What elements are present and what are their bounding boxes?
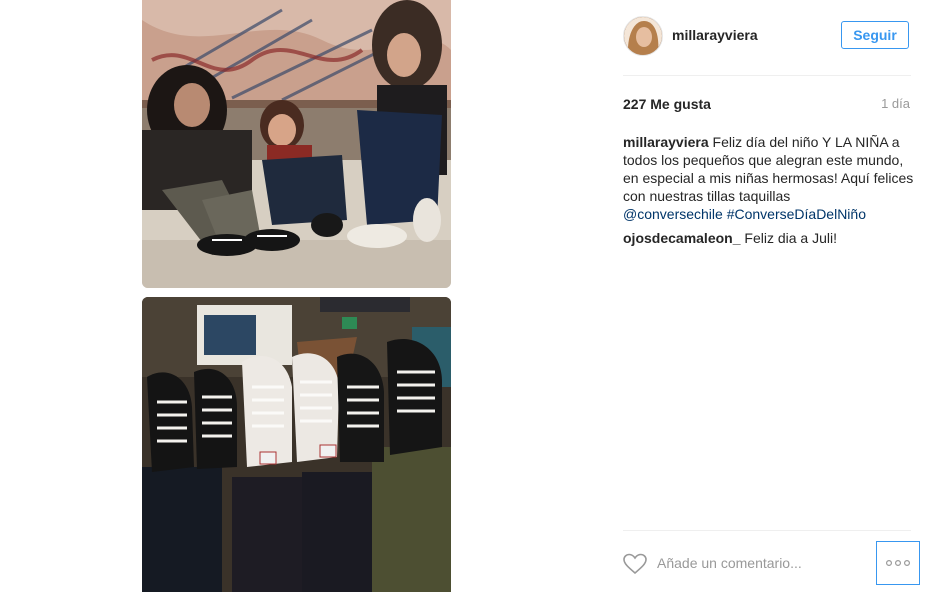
list-item: ojosdecamaleon_ Feliz dia a Juli! [623, 229, 915, 247]
ellipsis-icon [885, 559, 911, 567]
footer-divider [623, 530, 911, 531]
post-photo-couch [142, 0, 451, 288]
post-timestamp[interactable]: 1 día [881, 96, 910, 111]
likes-count[interactable]: 227 Me gusta [623, 96, 711, 112]
comment-author[interactable]: millarayviera [623, 134, 709, 150]
caption-comment: millarayviera Feliz día del niño Y LA NI… [623, 133, 915, 223]
profile-avatar[interactable] [623, 16, 663, 56]
hashtag-link[interactable]: #ConverseDíaDelNiño [727, 206, 866, 222]
post-username[interactable]: millarayviera [672, 27, 758, 43]
follow-button[interactable]: Seguir [841, 21, 909, 49]
comment-author[interactable]: ojosdecamaleon_ [623, 230, 741, 246]
post-photo-sneakers [142, 297, 451, 592]
more-options-button[interactable] [876, 541, 920, 585]
header-divider [623, 75, 911, 76]
mention-link[interactable]: @conversechile [623, 206, 723, 222]
comments-list: millarayviera Feliz día del niño Y LA NI… [623, 133, 915, 253]
comment-text: Feliz dia a Juli! [744, 230, 837, 246]
heart-icon[interactable] [623, 553, 647, 575]
add-comment-input[interactable] [657, 552, 867, 574]
